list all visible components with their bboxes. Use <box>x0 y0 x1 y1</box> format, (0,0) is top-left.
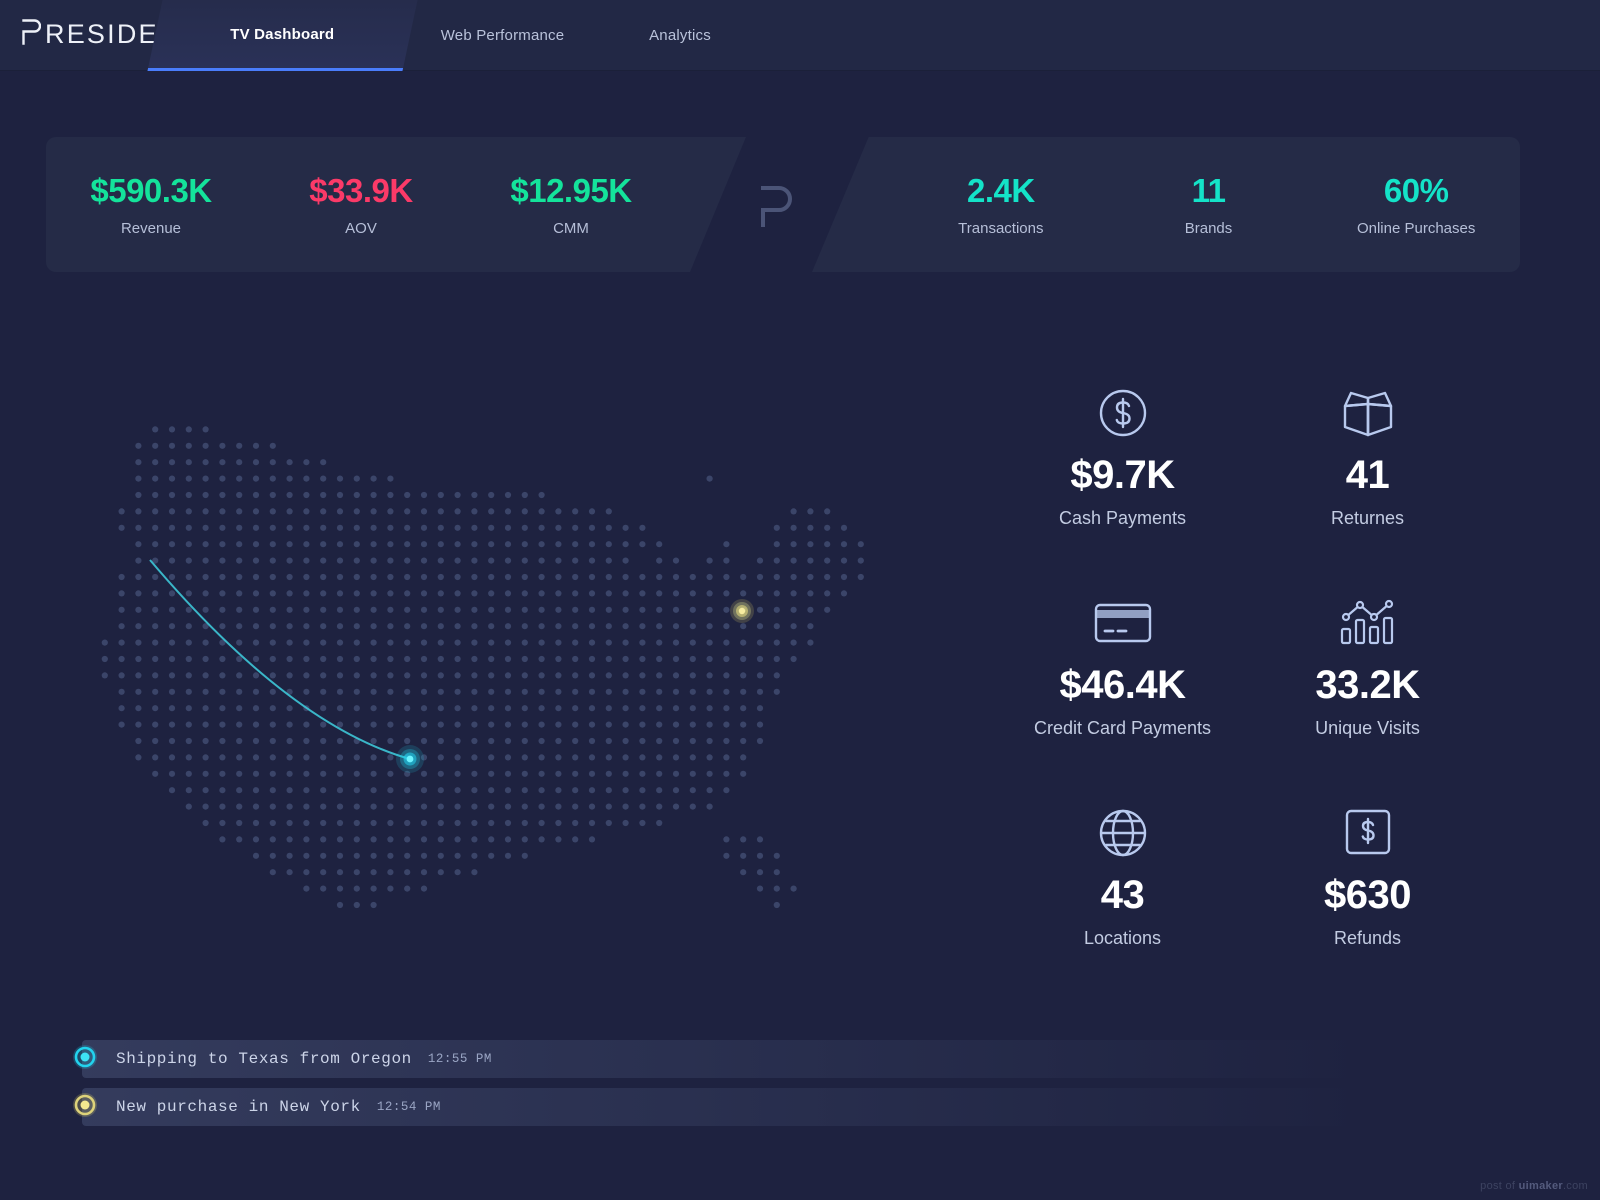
kpi-revenue-value: $590.3K <box>90 171 212 209</box>
metric-credit-card-payments-label: Credit Card Payments <box>1033 718 1212 738</box>
metric-locations: 43 Locations <box>1000 805 1245 949</box>
resident-r-logo-icon <box>22 19 42 50</box>
metric-unique-visits: 33.2K Unique Visits <box>1245 595 1490 739</box>
metric-returnes: 41 Returnes <box>1245 385 1490 529</box>
map-dot-grid <box>101 426 864 909</box>
credit-card-icon <box>1000 595 1245 651</box>
kpi-aov: $33.9K AOV <box>256 172 466 238</box>
watermark-prefix: post of <box>1480 1180 1519 1192</box>
kpi-revenue-label: Revenue <box>120 220 182 238</box>
kpi-cmm: $12.95K CMM <box>466 172 676 238</box>
metric-cash-payments-value: $9.7K <box>1070 453 1175 497</box>
ticker-item-shipping[interactable]: Shipping to Texas from Oregon 12:55 PM <box>73 1040 1482 1078</box>
kpi-online-purchases-label: Online Purchases <box>1356 220 1476 238</box>
metric-refunds-label: Refunds <box>1333 928 1402 948</box>
metric-credit-card-payments: $46.4K Credit Card Payments <box>1000 595 1245 739</box>
ticker-item-shipping-time: 12:55 PM <box>427 1052 492 1066</box>
texas-marker <box>396 745 424 773</box>
watermark: post of uimaker.com <box>1480 1180 1588 1192</box>
kpi-cmm-label: CMM <box>553 220 589 238</box>
tab-tv-dashboard-label: TV Dashboard <box>230 25 335 43</box>
resident-r-mark-icon <box>760 185 793 232</box>
activity-ticker: Shipping to Texas from Oregon 12:55 PM N… <box>73 1040 1482 1136</box>
ticker-item-shipping-text: Shipping to Texas from Oregon <box>116 1050 412 1068</box>
kpi-cmm-value: $12.95K <box>510 171 632 209</box>
kpi-online-purchases: 60% Online Purchases <box>1312 172 1520 238</box>
tab-analytics[interactable]: Analytics <box>600 0 760 71</box>
kpi-transactions-label: Transactions <box>958 220 1044 238</box>
kpi-brands: 11 Brands <box>1105 172 1313 238</box>
tab-analytics-label: Analytics <box>649 27 711 44</box>
dollar-circle-icon <box>1000 385 1245 441</box>
kpi-transactions: 2.4K Transactions <box>897 172 1105 238</box>
metric-refunds: $630 Refunds <box>1245 805 1490 949</box>
yellow-pulse-dot-icon <box>72 1092 98 1123</box>
ticker-item-purchase[interactable]: New purchase in New York 12:54 PM <box>73 1088 1482 1126</box>
kpi-revenue: $590.3K Revenue <box>46 172 256 238</box>
metric-returnes-value: 41 <box>1345 453 1390 497</box>
kpi-transactions-value: 2.4K <box>966 171 1035 209</box>
cyan-pulse-dot-icon <box>72 1044 98 1075</box>
metric-unique-visits-value: 33.2K <box>1315 663 1420 707</box>
kpi-aov-value: $33.9K <box>309 171 413 209</box>
metric-locations-value: 43 <box>1100 873 1145 917</box>
tab-tv-dashboard[interactable]: TV Dashboard <box>147 0 418 71</box>
kpi-aov-label: AOV <box>345 220 377 238</box>
app-header: RESIDENT TV Dashboard Web Performance An… <box>0 0 1600 71</box>
metric-returnes-label: Returnes <box>1330 508 1405 528</box>
ticker-item-purchase-text: New purchase in New York <box>116 1098 361 1116</box>
metric-credit-card-payments-value: $46.4K <box>1059 663 1186 707</box>
ticker-item-purchase-time: 12:54 PM <box>376 1100 441 1114</box>
globe-icon <box>1000 805 1245 861</box>
tab-web-performance-label: Web Performance <box>440 27 565 44</box>
bar-chart-icon <box>1245 595 1490 651</box>
kpi-brands-value: 11 <box>1191 171 1226 209</box>
tab-web-performance[interactable]: Web Performance <box>410 0 595 71</box>
us-dotted-map <box>60 395 910 915</box>
kpi-panel-left: $590.3K Revenue $33.9K AOV $12.95K CMM <box>46 137 746 272</box>
kpi-brands-label: Brands <box>1184 220 1233 238</box>
kpi-online-purchases-value: 60% <box>1383 171 1449 209</box>
kpi-panel-right: 2.4K Transactions 11 Brands 60% Online P… <box>812 137 1520 272</box>
metric-locations-label: Locations <box>1083 928 1162 948</box>
metric-unique-visits-label: Unique Visits <box>1315 718 1420 738</box>
open-box-icon <box>1245 385 1490 441</box>
watermark-brand: uimaker <box>1518 1180 1563 1192</box>
metric-cash-payments: $9.7K Cash Payments <box>1000 385 1245 529</box>
watermark-suffix: .com <box>1562 1180 1588 1192</box>
metrics-grid: $9.7K Cash Payments 41 Returnes $46.4K C… <box>1000 385 1490 949</box>
metric-refunds-value: $630 <box>1324 873 1411 917</box>
metric-cash-payments-label: Cash Payments <box>1058 508 1187 528</box>
new-york-marker <box>730 599 754 623</box>
dollar-square-icon <box>1245 805 1490 861</box>
